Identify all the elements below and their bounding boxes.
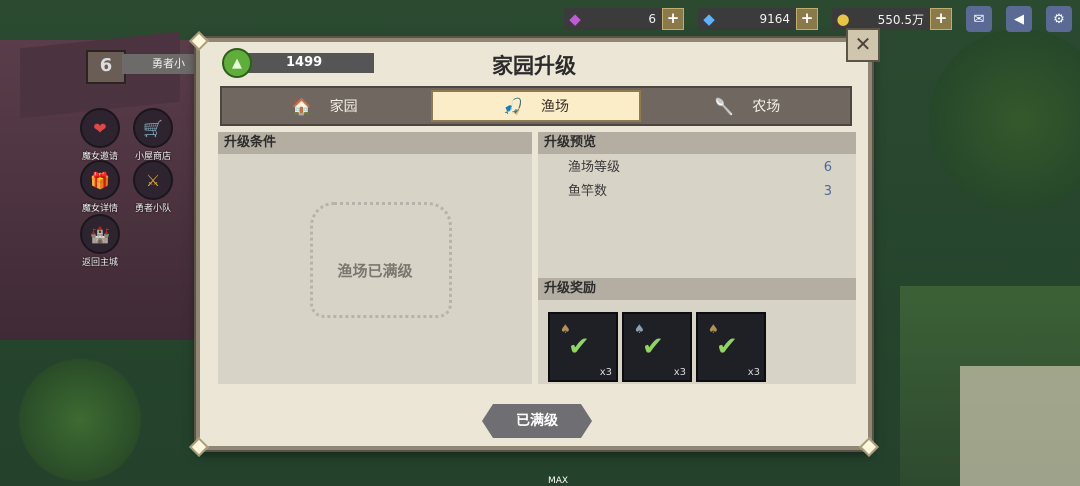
- mail-icon[interactable]: ✉: [966, 6, 992, 32]
- category-tabs: 🏠 家园 🎣 渔场 🥄 农场: [220, 86, 852, 126]
- maxed-level-button[interactable]: 已满级: [482, 404, 592, 438]
- castle-icon: 🏰: [80, 214, 120, 254]
- home-upgrade-dialog: ▲ 1499 家园升级 ✕ 🏠 家园 🎣 渔场 🥄 农场 升级条件 渔场已满级 …: [189, 28, 880, 457]
- upgrade-conditions-panel: 升级条件 渔场已满级: [218, 132, 532, 384]
- upgrade-reward-header: 升级奖励: [538, 278, 856, 300]
- upgrade-preview-header: 升级预览: [538, 132, 856, 154]
- tab-fishery-label: 渔场: [540, 99, 569, 115]
- reward-slot[interactable]: ♠ ✔ x3: [548, 312, 618, 382]
- tab-farm[interactable]: 🥄 农场: [645, 90, 850, 122]
- add-diamond-button[interactable]: +: [796, 8, 818, 30]
- upgrade-preview-panel: 升级预览 渔场等级 6 鱼竿数 3 升级奖励 ♠ ✔ x3 ♠ ✔ x3 ♠ ✔…: [538, 132, 856, 384]
- witch-invite-button[interactable]: ❤ 魔女邀请: [80, 108, 120, 162]
- player-name: 勇者小: [122, 54, 202, 74]
- coin-icon: ●: [836, 10, 850, 28]
- gift-icon: 🎁: [80, 160, 120, 200]
- hero-team-label: 勇者小队: [134, 204, 171, 214]
- hero-team-button[interactable]: ⚔ 勇者小队: [133, 160, 173, 214]
- witch-details-label: 魔女详情: [81, 204, 118, 214]
- close-button[interactable]: ✕: [846, 28, 880, 62]
- add-gem-button[interactable]: +: [662, 8, 684, 30]
- preview-row: 鱼竿数 3: [538, 180, 856, 204]
- helmet-icon: ⚔: [133, 160, 173, 200]
- sound-icon[interactable]: ◀: [1006, 6, 1032, 32]
- preview-row-label: 鱼竿数: [568, 184, 608, 199]
- gem-icon: ◆: [569, 10, 581, 28]
- reward-quantity: x3: [673, 367, 686, 378]
- fishing-hook-icon: 🎣: [503, 96, 523, 116]
- heart-icon: ❤: [80, 108, 120, 148]
- preview-row-value: 6: [823, 160, 832, 175]
- tab-home-label: 家园: [329, 99, 358, 115]
- reward-quantity: x3: [747, 367, 760, 378]
- preview-row-label: 渔场等级: [568, 160, 621, 175]
- gem-count: 6: [648, 12, 656, 26]
- diamond-resource: ◆ 9164 +: [698, 8, 818, 30]
- reward-quantity: x3: [599, 367, 612, 378]
- check-icon: ✔: [716, 332, 738, 362]
- coin-count: 550.5万: [877, 12, 924, 27]
- witch-details-button[interactable]: 🎁 魔女详情: [80, 160, 120, 214]
- shop-icon: 🛒: [133, 108, 173, 148]
- reward-section: 升级奖励: [538, 278, 856, 300]
- cabin-shop-button[interactable]: 🛒 小屋商店: [133, 108, 173, 162]
- check-icon: ✔: [642, 332, 664, 362]
- diamond-count: 9164: [759, 12, 790, 26]
- diamond-icon: ◆: [703, 10, 715, 28]
- add-coin-button[interactable]: +: [930, 8, 952, 30]
- preview-row-value: 3: [823, 184, 832, 199]
- upgrade-arrow-icon: ▲: [222, 48, 252, 78]
- tab-fishery[interactable]: 🎣 渔场: [431, 90, 641, 122]
- dialog-title: 家园升级: [492, 54, 576, 78]
- max-label: MAX: [548, 476, 569, 486]
- shovel-icon: 🥄: [714, 96, 735, 116]
- house-icon: 🏠: [291, 96, 312, 116]
- reward-slot[interactable]: ♠ ✔ x3: [622, 312, 692, 382]
- gear-icon[interactable]: ⚙: [1046, 6, 1072, 32]
- reward-slot[interactable]: ♠ ✔ x3: [696, 312, 766, 382]
- maxed-text: 渔场已满级: [337, 262, 413, 280]
- resource-bar: ◆ 6 + ◆ 9164 + ● 550.5万 + ✉ ◀ ⚙: [564, 6, 1072, 32]
- upgrade-conditions-header: 升级条件: [218, 132, 532, 154]
- player-level: 6: [86, 50, 126, 84]
- tab-farm-label: 农场: [752, 99, 781, 115]
- check-icon: ✔: [568, 332, 590, 362]
- stone-path: [960, 366, 1080, 486]
- tab-home[interactable]: 🏠 家园: [222, 90, 427, 122]
- return-city-label: 返回主城: [81, 258, 118, 268]
- reward-list: ♠ ✔ x3 ♠ ✔ x3 ♠ ✔ x3: [548, 312, 766, 382]
- coin-resource: ● 550.5万 +: [832, 8, 952, 30]
- preview-row: 渔场等级 6: [538, 156, 856, 180]
- gem-resource: ◆ 6 +: [564, 8, 684, 30]
- return-city-button[interactable]: 🏰 返回主城: [80, 214, 120, 268]
